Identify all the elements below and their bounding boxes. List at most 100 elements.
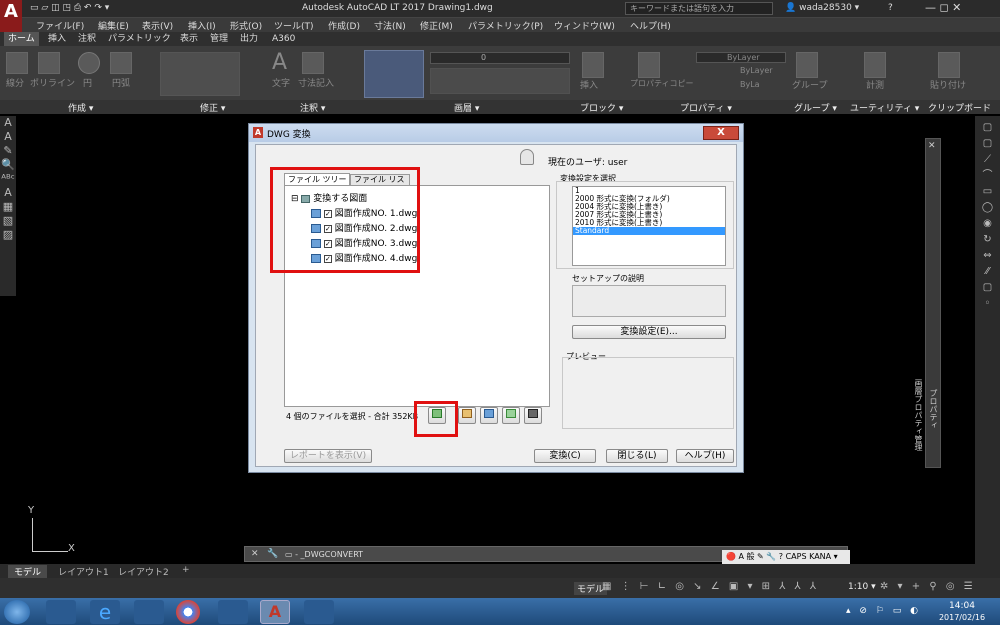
tab-insert[interactable]: 挿入 bbox=[44, 32, 70, 46]
panel-draw[interactable]: 作成 ▾ bbox=[68, 101, 93, 114]
panel-modify[interactable]: 修正 ▾ bbox=[200, 101, 225, 114]
menu-modify[interactable]: 修正(M) bbox=[420, 19, 453, 32]
tab-model[interactable]: モデル bbox=[8, 565, 48, 578]
drafting-toggles[interactable]: ▦ ⋮ ⊢ ∟ ◎ ↘ ∠ ▣ ▾ ⊞ ⅄ ⅄ ⅄ bbox=[602, 581, 819, 592]
props-label: プロパティコピー bbox=[630, 79, 694, 88]
media-player-icon[interactable] bbox=[46, 600, 76, 624]
chrome-icon[interactable] bbox=[176, 600, 200, 624]
dialog-close-button[interactable]: X bbox=[703, 126, 739, 140]
clock-time[interactable]: 14:04 bbox=[942, 601, 982, 611]
text-icon[interactable]: A bbox=[272, 50, 287, 75]
append-list-button[interactable] bbox=[480, 407, 498, 424]
view-report-button[interactable]: レポートを表示(V) bbox=[284, 449, 372, 463]
tab-layout1[interactable]: レイアウト1 bbox=[54, 565, 113, 578]
match-properties-icon[interactable] bbox=[638, 52, 660, 78]
close-icon[interactable]: ✕ bbox=[928, 141, 936, 151]
tab-manage[interactable]: 管理 bbox=[206, 32, 232, 46]
linetype-dropdown[interactable]: ByLayer bbox=[696, 66, 786, 77]
window-controls[interactable]: — ◻ ✕ bbox=[925, 1, 961, 14]
left-toolbar[interactable]: A A ✎ 🔍 ᴬᴮᶜ A ▦ ▧ ▨ bbox=[0, 116, 16, 296]
tab-home[interactable]: ホーム bbox=[4, 32, 39, 46]
annotation-scale[interactable]: 1:10 ▾ bbox=[848, 582, 876, 592]
user-account[interactable]: 👤 wada28530 ▾ bbox=[785, 3, 859, 13]
color-dropdown[interactable]: ByLayer bbox=[696, 52, 786, 63]
open-list-button[interactable] bbox=[458, 407, 476, 424]
ime-bar[interactable]: 🔴 A 般 ✎ 🔧 ? CAPS KANA ▾ bbox=[722, 550, 850, 564]
start-button[interactable] bbox=[4, 600, 30, 624]
dialog-title-bar[interactable]: A DWG 変換 X bbox=[249, 124, 743, 142]
group-icon[interactable] bbox=[796, 52, 818, 78]
status-tools[interactable]: ✲ ▾ + ⚲ ◎ ☰ bbox=[880, 581, 976, 592]
menu-bar: ファイル(F) 編集(E) 表示(V) 挿入(I) 形式(O) ツール(T) 作… bbox=[22, 18, 1000, 32]
menu-tools[interactable]: ツール(T) bbox=[274, 19, 314, 32]
tab-parametric[interactable]: パラメトリック bbox=[104, 32, 175, 46]
menu-file[interactable]: ファイル(F) bbox=[36, 19, 84, 32]
save-list-button[interactable] bbox=[524, 407, 542, 424]
edit-list-button[interactable] bbox=[502, 407, 520, 424]
tab-annotate[interactable]: 注釈 bbox=[74, 32, 100, 46]
app-icon[interactable] bbox=[218, 600, 248, 624]
menu-parametric[interactable]: パラメトリック(P) bbox=[468, 19, 543, 32]
menu-help[interactable]: ヘルプ(H) bbox=[630, 19, 671, 32]
layer-properties-button[interactable] bbox=[364, 50, 424, 98]
application-menu-button[interactable]: A bbox=[0, 0, 22, 32]
panel-properties[interactable]: プロパティ ▾ bbox=[680, 101, 732, 114]
side-panel-layer-properties[interactable]: 画層プロパティ管理 bbox=[912, 379, 924, 459]
dimension-icon[interactable] bbox=[302, 52, 324, 74]
menu-window[interactable]: ウィンドウ(W) bbox=[554, 19, 615, 32]
add-layout-button[interactable]: + bbox=[178, 565, 194, 575]
properties-palette-strip[interactable]: ✕ プロパティ 画層プロパティ管理 bbox=[914, 138, 941, 468]
panel-utilities[interactable]: ユーティリティ ▾ bbox=[850, 101, 919, 114]
measure-icon[interactable] bbox=[864, 52, 886, 78]
quick-access-toolbar[interactable]: ▭ ▱ ◫ ◳ ⎙ ↶ ↷ ▾ bbox=[30, 3, 109, 13]
autocad-taskbar-icon[interactable]: A bbox=[260, 600, 290, 624]
insert-block-icon[interactable] bbox=[582, 52, 604, 78]
dim-label: 寸法記入 bbox=[298, 79, 335, 89]
clock-date[interactable]: 2017/02/16 bbox=[934, 613, 990, 622]
wrench-icon[interactable]: 🔧 bbox=[267, 549, 278, 559]
menu-draw[interactable]: 作成(D) bbox=[328, 19, 360, 32]
save-icon bbox=[528, 409, 538, 418]
close-icon[interactable]: ✕ bbox=[251, 549, 259, 559]
menu-dimension[interactable]: 寸法(N) bbox=[374, 19, 406, 32]
modify-tools[interactable] bbox=[160, 52, 240, 96]
menu-format[interactable]: 形式(O) bbox=[230, 19, 262, 32]
tab-a360[interactable]: A360 bbox=[268, 32, 299, 46]
polyline-icon[interactable] bbox=[38, 52, 60, 74]
menu-edit[interactable]: 編集(E) bbox=[98, 19, 129, 32]
arc-icon[interactable] bbox=[110, 52, 132, 74]
search-input[interactable]: キーワードまたは語句を入力 bbox=[625, 2, 773, 15]
help-button[interactable]: ヘルプ(H) bbox=[676, 449, 734, 463]
panel-groups[interactable]: グループ ▾ bbox=[794, 101, 837, 114]
setup-option-selected[interactable]: Standard bbox=[573, 227, 725, 235]
system-tray[interactable]: ▴ ⊘ ⚐ ▭ ◐ bbox=[846, 606, 921, 616]
lineweight-dropdown[interactable]: ByLa bbox=[696, 80, 786, 91]
side-panel-properties[interactable]: プロパティ bbox=[927, 389, 939, 449]
highlight-tree-box bbox=[270, 167, 420, 273]
close-button[interactable]: 閉じる(L) bbox=[606, 449, 668, 463]
panel-layers[interactable]: 画層 ▾ bbox=[454, 101, 479, 114]
paint-icon[interactable] bbox=[304, 600, 334, 624]
menu-view[interactable]: 表示(V) bbox=[142, 19, 173, 32]
tab-view[interactable]: 表示 bbox=[176, 32, 202, 46]
setup-list[interactable]: 1 2000 形式に変換(フォルダ) 2004 形式に変換(上書き) 2007 … bbox=[572, 186, 726, 266]
layer-tools[interactable] bbox=[430, 68, 570, 94]
paste-icon[interactable] bbox=[938, 52, 960, 78]
layer-dropdown[interactable]: 0 bbox=[430, 52, 570, 64]
panel-annotation[interactable]: 注釈 ▾ bbox=[300, 101, 325, 114]
help-icon[interactable]: ? bbox=[888, 3, 893, 13]
convert-button[interactable]: 変換(C) bbox=[534, 449, 596, 463]
menu-insert[interactable]: 挿入(I) bbox=[188, 19, 216, 32]
tab-layout2[interactable]: レイアウト2 bbox=[114, 565, 173, 578]
panel-block[interactable]: ブロック ▾ bbox=[580, 101, 623, 114]
circle-icon[interactable] bbox=[78, 52, 100, 74]
panel-clipboard[interactable]: クリップボード bbox=[928, 101, 991, 114]
selection-status: 4 個のファイルを選択 - 合計 352KB bbox=[286, 412, 419, 421]
line-icon[interactable] bbox=[6, 52, 28, 74]
ribbon-tabs: ホーム 挿入 注釈 パラメトリック 表示 管理 出力 A360 bbox=[0, 32, 1000, 46]
tab-output[interactable]: 出力 bbox=[236, 32, 262, 46]
internet-explorer-icon[interactable]: e bbox=[90, 600, 120, 624]
conversion-setups-button[interactable]: 変換設定(E)... bbox=[572, 325, 726, 339]
file-explorer-icon[interactable] bbox=[134, 600, 164, 624]
right-toolbar[interactable]: ▢ ▢ ⟋ ⌒ ▭ ◯ ◉ ↻ ⇔ ⁄⁄ ▢ ◦ bbox=[975, 116, 1000, 586]
